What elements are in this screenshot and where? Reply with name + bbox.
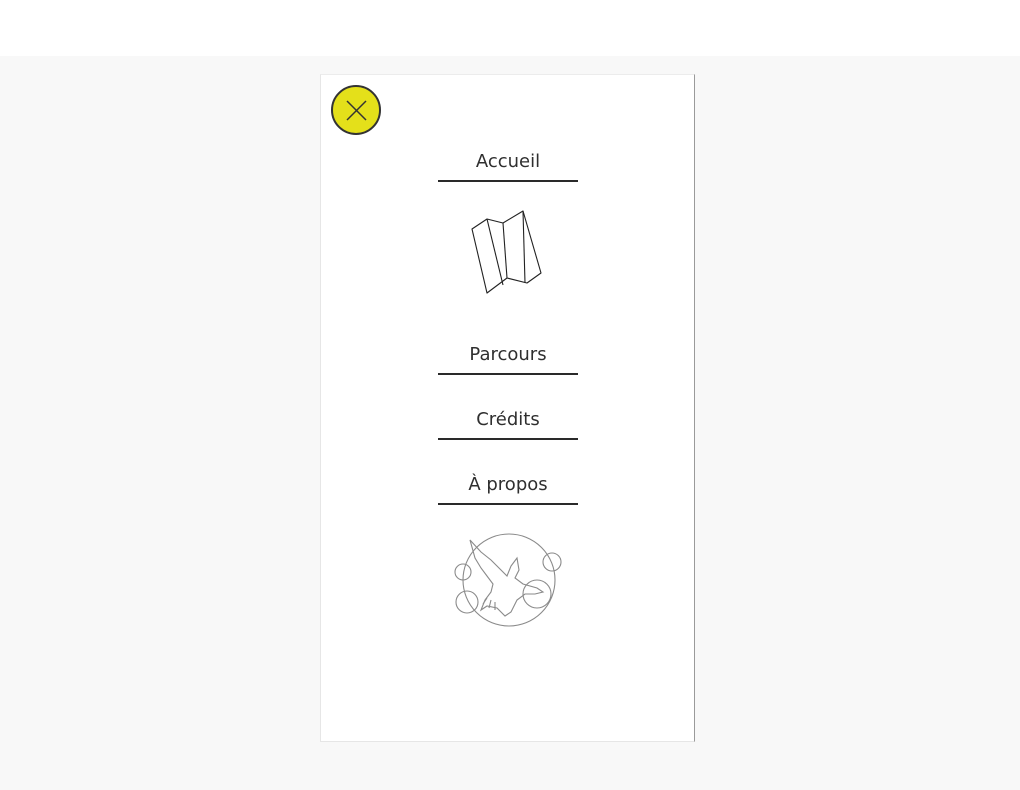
- menu-item-parcours[interactable]: Parcours: [438, 335, 578, 375]
- top-bar: [0, 0, 1020, 56]
- close-icon: [346, 100, 367, 121]
- close-menu-button[interactable]: [331, 85, 381, 135]
- navigation-menu-panel: Accueil Parcours Crédits À propos: [320, 74, 695, 742]
- folded-map-icon: [471, 210, 542, 294]
- menu-item-a-propos[interactable]: À propos: [438, 465, 578, 505]
- menu-item-accueil[interactable]: Accueil: [438, 142, 578, 182]
- menu-item-credits[interactable]: Crédits: [438, 400, 578, 440]
- bird-circle-logo: [454, 533, 562, 627]
